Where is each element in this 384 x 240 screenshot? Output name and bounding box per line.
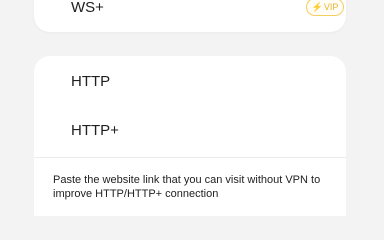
- connection-help-text: Paste the website link that you can visi…: [53, 174, 321, 200]
- ws-plus-card[interactable]: WS+ ⚡VIP: [34, 0, 346, 32]
- divider: [34, 157, 346, 158]
- ws-plus-label: WS+: [71, 0, 104, 16]
- http-plus-option[interactable]: HTTP+: [71, 122, 119, 139]
- ws-plus-row[interactable]: WS+ ⚡VIP: [34, 0, 346, 32]
- vip-label: VIP: [323, 2, 339, 12]
- protocol-settings-screen: WS+ ⚡VIP HTTP HTTP+ Paste the website li…: [0, 0, 384, 216]
- vip-badge: ⚡VIP: [306, 0, 344, 16]
- lightning-icon: ⚡: [311, 2, 323, 12]
- http-option[interactable]: HTTP: [71, 73, 110, 90]
- http-options-card: HTTP HTTP+ Paste the website link that y…: [34, 56, 346, 216]
